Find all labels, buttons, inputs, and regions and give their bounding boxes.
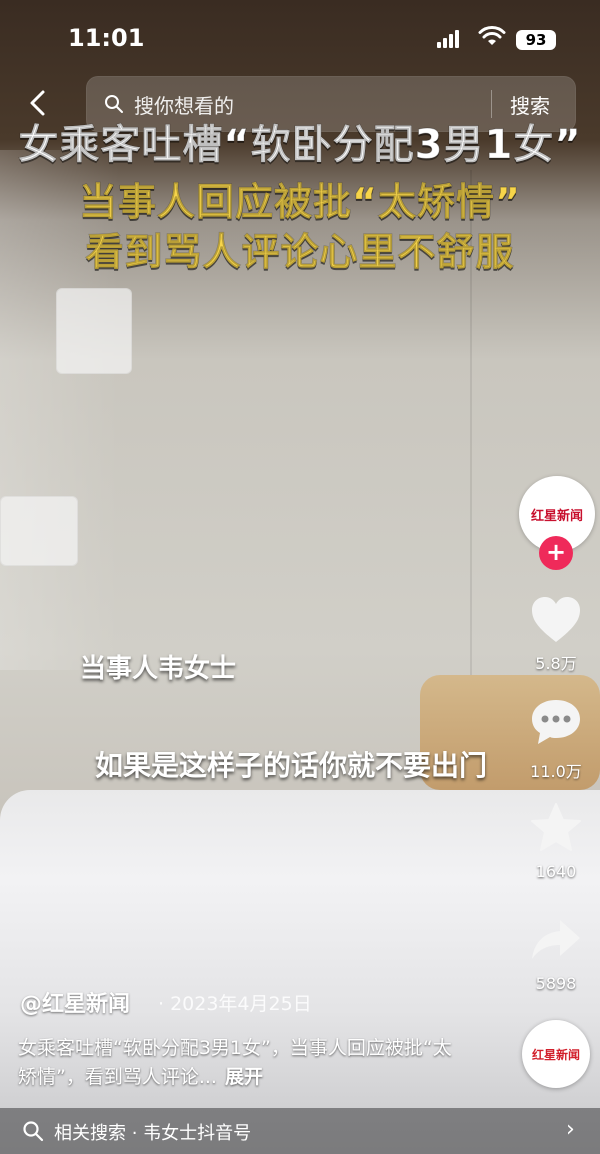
video-subheadline: 当事人回应被批“太矫情” [79, 180, 521, 225]
bed [0, 790, 600, 1154]
author-name[interactable]: @红星新闻 [20, 986, 130, 1018]
speaker-label: 当事人韦女士 [80, 654, 237, 684]
music-disc[interactable]: 红星新闻 [522, 1020, 590, 1088]
like-heart-icon[interactable] [528, 592, 584, 648]
expand-button[interactable]: 展开 [225, 1066, 263, 1088]
search-icon [23, 1121, 44, 1142]
like-count: 5.8万 [535, 654, 577, 673]
status-time: 11:01 [68, 24, 145, 52]
status-bar: 11:01 93 [0, 0, 600, 74]
follow-button[interactable]: + [539, 536, 573, 570]
video-subtitle: 如果是这样子的话你就不要出门 [95, 749, 488, 782]
post-date: · 2023年4月25日 [158, 993, 312, 1015]
wall-panel [0, 496, 78, 566]
related-search-bar[interactable]: 相关搜索 · 韦女士抖音号 › [0, 1108, 600, 1154]
share-count: 5898 [535, 974, 577, 993]
favorite-count: 1640 [535, 862, 577, 881]
share-arrow-icon[interactable] [528, 912, 584, 968]
video-headline: 女乘客吐槽“软卧分配3男1女” [18, 122, 582, 169]
comment-count: 11.0万 [530, 762, 582, 781]
post-description[interactable]: 女乘客吐槽“软卧分配3男1女”，当事人回应被批“太矫情”，看到骂人评论... 展开 [18, 1034, 468, 1092]
favorite-star-icon[interactable] [528, 800, 584, 856]
battery-indicator: 93 [516, 30, 556, 50]
chevron-right-icon: › [566, 1117, 575, 1142]
wifi-icon [478, 26, 506, 45]
wall-panel [56, 288, 132, 374]
related-search-label: 相关搜索 · 韦女士抖音号 [54, 1123, 252, 1144]
search-icon [105, 95, 123, 113]
video-subheadline: 看到骂人评论心里不舒服 [85, 230, 515, 275]
cellular-signal-icon [437, 30, 461, 48]
comment-icon[interactable] [528, 694, 584, 750]
